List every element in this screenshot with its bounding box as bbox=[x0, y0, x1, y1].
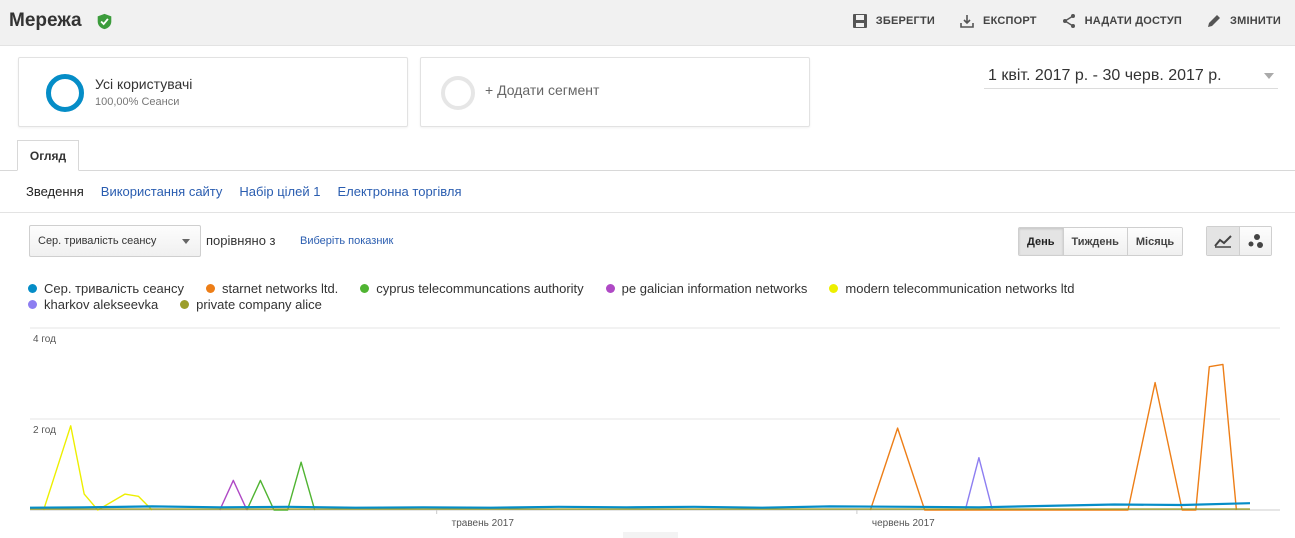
subnav-item-ecommerce[interactable]: Електронна торгівля bbox=[337, 184, 461, 199]
legend-label: Сер. тривалість сеансу bbox=[44, 280, 184, 296]
series-line bbox=[869, 363, 1238, 511]
period-week-button[interactable]: Тиждень bbox=[1062, 228, 1127, 255]
legend-swatch bbox=[360, 283, 370, 293]
y-tick-label: 2 год bbox=[33, 425, 56, 436]
legend-item: kharkov alekseevka bbox=[28, 297, 158, 312]
chart-legend: Сер. тривалість сеансу starnet networks l… bbox=[28, 280, 1278, 312]
legend-item: starnet networks ltd. bbox=[205, 280, 339, 296]
scroll-handle bbox=[623, 532, 678, 538]
line-chart-view-button[interactable] bbox=[1207, 227, 1239, 255]
tab-bar-divider bbox=[0, 170, 1295, 171]
compare-label: порівняно з bbox=[206, 233, 276, 248]
legend-label: cyprus telecommuncations authority bbox=[376, 280, 584, 296]
save-icon bbox=[852, 14, 867, 28]
verified-shield-icon bbox=[97, 13, 112, 30]
subnav-item-site-usage[interactable]: Використання сайту bbox=[101, 184, 223, 199]
segment-ring-icon bbox=[46, 74, 84, 112]
add-segment-button[interactable]: + Додати сегмент bbox=[420, 57, 810, 127]
legend-swatch bbox=[205, 283, 215, 293]
edit-button[interactable]: ЗМІНИТИ bbox=[1206, 13, 1281, 29]
series-line bbox=[246, 461, 316, 511]
legend-row: Сер. тривалість сеансу starnet networks l… bbox=[28, 280, 1278, 296]
legend-swatch bbox=[28, 299, 37, 309]
empty-segment-ring-icon bbox=[441, 76, 475, 110]
legend-row: kharkov alekseevka private company alice bbox=[28, 296, 1278, 312]
date-range-value: 1 квіт. 2017 р. - 30 черв. 2017 р. bbox=[988, 66, 1222, 84]
metric-dropdown-value: Сер. тривалість сеансу bbox=[38, 235, 157, 247]
period-day-button[interactable]: День bbox=[1019, 228, 1063, 255]
chevron-down-icon bbox=[1264, 72, 1274, 79]
add-segment-label: + Додати сегмент bbox=[485, 82, 600, 98]
y-tick-label: 4 год bbox=[33, 334, 56, 345]
series-line bbox=[964, 456, 994, 511]
segment-sessions-share: 100,00% Сеанси bbox=[95, 96, 180, 108]
legend-swatch bbox=[180, 299, 190, 309]
legend-swatch bbox=[28, 283, 37, 293]
legend-item: modern telecommunication networks ltd bbox=[829, 281, 1074, 296]
save-label: ЗБЕРЕГТИ bbox=[875, 15, 936, 27]
legend-item: cyprus telecommuncations authority bbox=[360, 280, 584, 296]
legend-swatch bbox=[605, 283, 615, 293]
subnav-divider bbox=[0, 212, 1295, 213]
legend-item: pe galician information networks bbox=[605, 280, 808, 296]
share-button[interactable]: НАДАТИ ДОСТУП bbox=[1061, 13, 1182, 29]
subnav-item-goal-set-1[interactable]: Набір цілей 1 bbox=[239, 184, 320, 199]
x-tick-label: травень 2017 bbox=[452, 518, 515, 529]
page-title: Мережа bbox=[9, 10, 82, 31]
segment-name: Усі користувачі bbox=[95, 76, 193, 92]
metric-dropdown[interactable]: Сер. тривалість сеансу bbox=[29, 225, 201, 257]
edit-icon bbox=[1208, 15, 1220, 27]
segment-all-users[interactable]: Усі користувачі 100,00% Сеанси bbox=[18, 57, 408, 127]
share-label: НАДАТИ ДОСТУП bbox=[1084, 15, 1182, 27]
subnav-item-summary[interactable]: Зведення bbox=[26, 184, 84, 199]
edit-label: ЗМІНИТИ bbox=[1230, 15, 1281, 27]
legend-label: modern telecommunication networks ltd bbox=[845, 280, 1075, 296]
x-tick-label: червень 2017 bbox=[872, 518, 935, 529]
chevron-down-icon bbox=[182, 239, 190, 244]
export-label: ЕКСПОРТ bbox=[983, 15, 1037, 27]
legend-label: starnet networks ltd. bbox=[221, 280, 339, 296]
report-actions: ЗБЕРЕГТИ ЕКСПОРТ НАДАТИ ДОСТУП ЗМІНИТИ bbox=[852, 13, 1281, 29]
series-line bbox=[29, 502, 1251, 509]
bubble-chart-icon bbox=[1248, 234, 1263, 248]
select-metric-link[interactable]: Виберіть показник bbox=[300, 235, 393, 247]
legend-swatch bbox=[829, 283, 839, 293]
sessions-duration-chart: 4 год 2 год травень 2017 червень 2017 bbox=[29, 327, 1280, 538]
tab-overview[interactable]: Огляд bbox=[17, 140, 79, 171]
save-button[interactable]: ЗБЕРЕГТИ bbox=[852, 13, 935, 29]
export-icon bbox=[960, 15, 974, 28]
series-line bbox=[42, 425, 153, 511]
motion-chart-view-button[interactable] bbox=[1239, 227, 1271, 255]
legend-label: pe galician information networks bbox=[621, 280, 808, 296]
period-month-button[interactable]: Місяць bbox=[1126, 228, 1183, 255]
report-header: Мережа ЗБЕРЕГТИ ЕКСПОРТ НАДАТИ ДОСТУП ЗМ… bbox=[0, 0, 1295, 46]
legend-item: private company alice bbox=[180, 297, 322, 312]
line-chart-icon bbox=[1214, 235, 1232, 248]
share-icon bbox=[1062, 14, 1075, 28]
series-line bbox=[219, 479, 248, 511]
period-toggle: День Тиждень Місяць bbox=[1018, 227, 1184, 256]
export-button[interactable]: ЕКСПОРТ bbox=[959, 13, 1037, 29]
date-range-picker[interactable]: 1 квіт. 2017 р. - 30 черв. 2017 р. bbox=[984, 63, 1278, 89]
chart-view-toggle bbox=[1206, 226, 1272, 256]
legend-label: kharkov alekseevka bbox=[44, 296, 159, 312]
report-subnav: Зведення Використання сайту Набір цілей … bbox=[26, 184, 462, 199]
legend-item: Сер. тривалість сеансу bbox=[28, 281, 184, 296]
legend-label: private company alice bbox=[196, 296, 322, 312]
